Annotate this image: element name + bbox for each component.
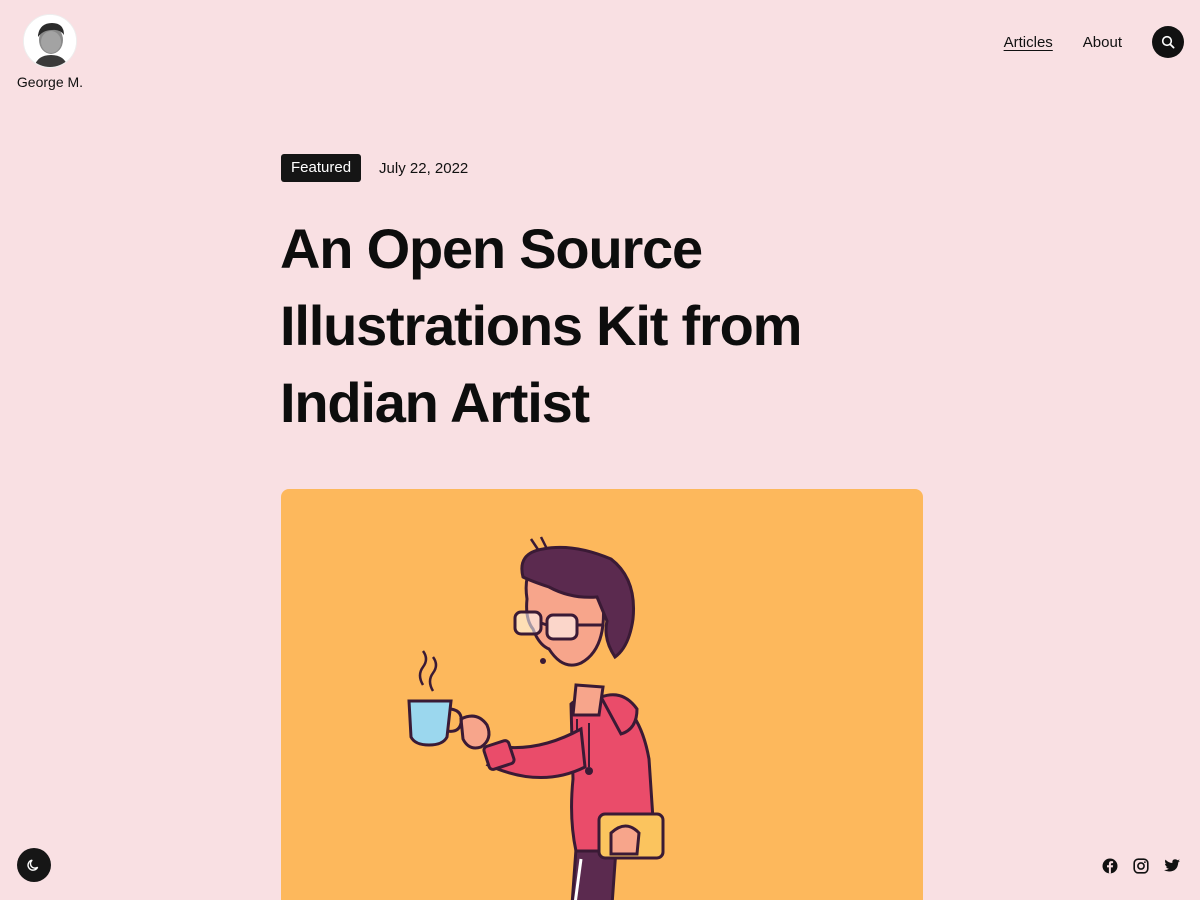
moon-icon	[27, 859, 39, 871]
nav-link-about[interactable]: About	[1083, 34, 1122, 51]
twitter-icon	[1164, 859, 1180, 872]
instagram-icon	[1133, 858, 1149, 874]
twitter-link[interactable]	[1164, 859, 1180, 873]
featured-badge[interactable]: Featured	[281, 154, 362, 182]
search-button[interactable]	[1152, 26, 1184, 58]
person-with-coffee-illustration	[407, 536, 665, 900]
site-brand[interactable]: George M.	[14, 14, 86, 90]
theme-toggle-button[interactable]	[17, 848, 51, 882]
facebook-link[interactable]	[1102, 858, 1118, 874]
nav-link-articles[interactable]: Articles	[1004, 34, 1053, 51]
hero-image	[281, 489, 923, 900]
search-icon	[1161, 35, 1175, 49]
instagram-link[interactable]	[1133, 858, 1149, 874]
social-links	[1087, 858, 1180, 874]
post-date: July 22, 2022	[379, 159, 469, 177]
facebook-icon	[1102, 858, 1118, 874]
post-title: An Open Source Illustrations Kit from In…	[280, 217, 802, 434]
author-name[interactable]: George M.	[17, 74, 83, 90]
post-meta: Featured July 22, 2022	[281, 154, 468, 182]
avatar[interactable]	[23, 14, 77, 68]
main-nav: Articles About	[1004, 26, 1184, 58]
